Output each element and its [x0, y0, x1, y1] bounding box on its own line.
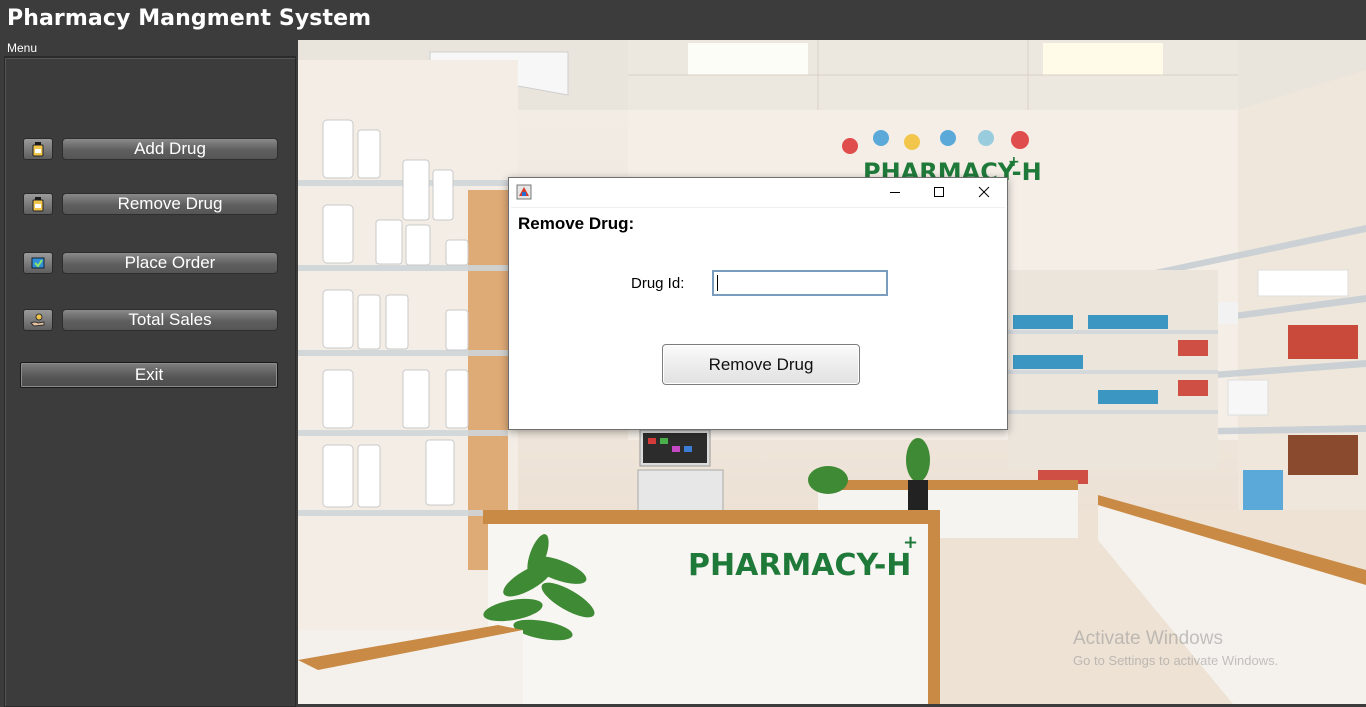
dialog-title-bar[interactable]	[509, 178, 1007, 206]
total-sales-button[interactable]: Total Sales	[62, 309, 278, 331]
windows-activation-watermark-title: Activate Windows	[1073, 628, 1223, 649]
close-icon	[978, 183, 990, 202]
remove-drug-button[interactable]: Remove Drug	[62, 193, 278, 215]
sales-hand-icon	[23, 309, 53, 331]
remove-drug-dialog: Remove Drug: Drug Id: Remove Drug	[508, 177, 1008, 430]
exit-button[interactable]: Exit	[20, 362, 278, 388]
pharmacy-sign-counter: PHARMACY-H	[688, 548, 911, 583]
app-title: Pharmacy Mangment System	[7, 6, 372, 31]
remove-drug-submit-button[interactable]: Remove Drug	[662, 344, 860, 385]
place-order-button[interactable]: Place Order	[62, 252, 278, 274]
text-caret	[717, 275, 718, 291]
order-icon	[23, 252, 53, 274]
minimize-button[interactable]	[872, 178, 918, 206]
drug-id-input[interactable]	[712, 270, 888, 296]
maximize-button[interactable]	[916, 178, 962, 206]
maximize-icon	[933, 183, 945, 202]
dialog-heading: Remove Drug:	[518, 214, 635, 233]
medicine-bottle-icon	[23, 193, 53, 215]
minimize-icon	[889, 183, 901, 202]
close-button[interactable]	[961, 178, 1007, 206]
pharmacy-sign-counter-plus: +	[903, 532, 918, 553]
app-title-bar: Pharmacy Mangment System Menu	[0, 0, 1366, 55]
pharmacy-sign-top-plus: +	[1008, 154, 1020, 170]
sidebar-menu-panel: Add Drug Remove Drug Place Order Total S…	[4, 56, 296, 707]
medicine-bottle-icon	[23, 138, 53, 160]
add-drug-button[interactable]: Add Drug	[62, 138, 278, 160]
drug-id-label: Drug Id:	[631, 275, 685, 292]
java-app-icon	[516, 184, 532, 200]
dialog-content: Remove Drug: Drug Id: Remove Drug	[511, 207, 1005, 428]
menu-label: Menu	[7, 41, 38, 55]
windows-activation-watermark-subtitle: Go to Settings to activate Windows.	[1073, 653, 1279, 668]
